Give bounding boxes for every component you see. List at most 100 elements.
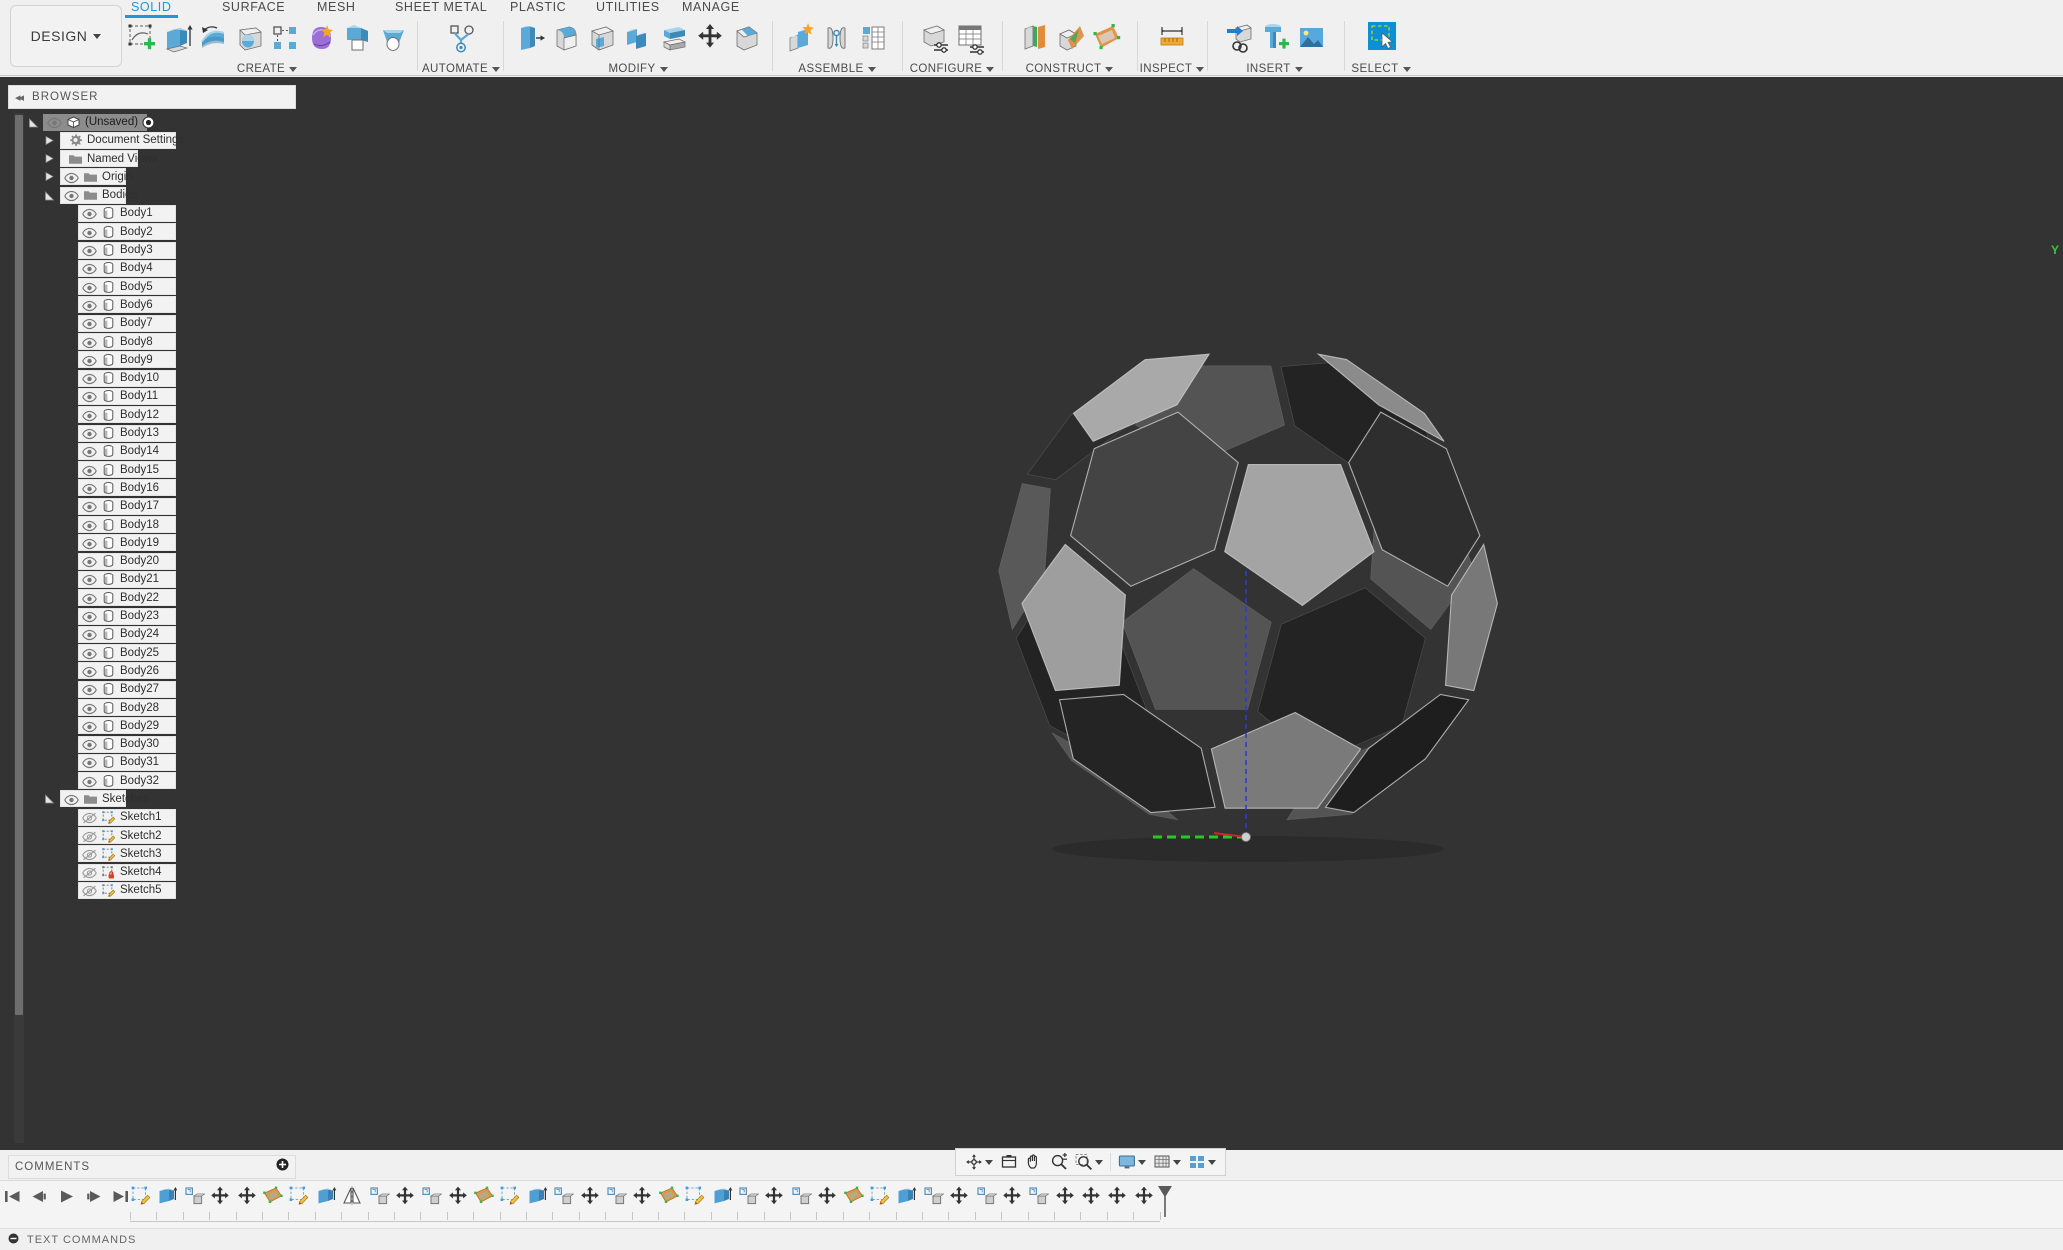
eye-visible-icon[interactable] [82, 647, 97, 659]
ribbon-tab-manage[interactable]: MANAGE [682, 0, 740, 14]
joint-icon[interactable] [820, 20, 854, 58]
tree-item-body2[interactable]: Body2 [78, 223, 176, 241]
tree-item-sketch2[interactable]: Sketch2 [78, 827, 176, 845]
step-forward-icon[interactable] [85, 1189, 102, 1204]
3d-viewport[interactable]: Y [296, 77, 2063, 1150]
eye-visible-icon[interactable] [82, 628, 97, 641]
eye-visible-icon[interactable] [82, 775, 97, 787]
tool-group-label-modify[interactable]: MODIFY [508, 63, 768, 75]
tool-group-label-insert[interactable]: INSERT [1212, 63, 1337, 75]
eye-hidden-icon[interactable] [82, 830, 97, 842]
automate-icon[interactable] [444, 20, 478, 58]
tree-item-documentsettings[interactable]: Document Settings [60, 131, 184, 149]
zoom-button[interactable] [1047, 1150, 1071, 1174]
eye-visible-icon[interactable] [64, 793, 79, 806]
timeline-feature-pattern[interactable] [737, 1185, 763, 1215]
tree-item-body27[interactable]: Body27 [78, 680, 176, 698]
tree-item-sketches[interactable]: Sketches [60, 790, 149, 808]
tree-item-body4[interactable]: Body4 [78, 259, 176, 277]
insert-mcmaster-icon[interactable] [1258, 20, 1292, 58]
workspace-switcher-button[interactable]: DESIGN [10, 5, 122, 67]
insert-image-icon[interactable] [1294, 20, 1328, 58]
tool-group-label-automate[interactable]: AUTOMATE [422, 63, 501, 75]
timeline-feature-pattern[interactable] [1027, 1185, 1053, 1215]
timeline-feature-move[interactable] [948, 1185, 974, 1215]
eye-visible-icon[interactable] [82, 427, 97, 440]
tree-item-body31[interactable]: Body31 [78, 753, 176, 771]
tree-item-body22[interactable]: Body22 [78, 589, 176, 607]
timeline-feature-move[interactable] [209, 1185, 235, 1215]
tree-item-unsaved[interactable]: (Unsaved) [43, 113, 155, 131]
timeline-feature-mirror[interactable] [341, 1185, 367, 1215]
timeline-feature-plane[interactable] [658, 1185, 684, 1215]
revolve-icon[interactable] [196, 20, 230, 58]
tree-item-body25[interactable]: Body25 [78, 644, 176, 662]
timeline-feature-move[interactable] [236, 1185, 262, 1215]
eye-visible-icon[interactable] [82, 281, 97, 293]
timeline-feature-move[interactable] [631, 1185, 657, 1215]
eye-visible-icon[interactable] [82, 500, 97, 513]
eye-visible-icon[interactable] [82, 244, 97, 257]
step-back-icon[interactable] [31, 1189, 48, 1204]
expander-expanded-icon[interactable] [44, 793, 55, 804]
eye-hidden-icon[interactable] [82, 848, 97, 861]
ribbon-tab-surface[interactable]: SURFACE [222, 0, 285, 14]
expander-collapsed-icon[interactable] [44, 171, 55, 182]
eye-visible-icon[interactable] [82, 372, 97, 385]
tree-item-body12[interactable]: Body12 [78, 406, 176, 424]
tool-group-label-select[interactable]: SELECT [1350, 63, 1412, 75]
ribbon-tab-plastic[interactable]: PLASTIC [510, 0, 566, 14]
eye-visible-icon[interactable] [82, 262, 97, 275]
timeline-feature-move[interactable] [447, 1185, 473, 1215]
eye-visible-icon[interactable] [82, 537, 97, 549]
timeline-feature-move[interactable] [1080, 1185, 1106, 1215]
timeline-feature-sketch[interactable] [288, 1185, 314, 1215]
comments-panel[interactable]: COMMENTS [8, 1155, 296, 1179]
select-window-icon[interactable] [1364, 20, 1398, 58]
model-hexagon-face[interactable] [1348, 411, 1481, 587]
shell-icon[interactable] [585, 20, 619, 58]
eye-visible-icon[interactable] [82, 354, 97, 367]
timeline-feature-move[interactable] [763, 1185, 789, 1215]
configure-part-icon[interactable] [917, 20, 951, 58]
eye-visible-icon[interactable] [82, 207, 97, 220]
soccer-ball-model[interactable] [296, 77, 2063, 1150]
eye-visible-icon[interactable] [82, 592, 97, 604]
tree-item-body7[interactable]: Body7 [78, 314, 176, 332]
tree-item-body16[interactable]: Body16 [78, 479, 176, 497]
eye-visible-icon[interactable] [82, 756, 97, 769]
timeline-feature-extrude[interactable] [895, 1185, 921, 1215]
timeline-feature-pattern[interactable] [790, 1185, 816, 1215]
chamfer-icon[interactable] [729, 20, 763, 58]
timeline-feature-pattern[interactable] [605, 1185, 631, 1215]
eye-visible-icon[interactable] [82, 464, 97, 476]
extrude-icon[interactable] [160, 20, 194, 58]
tree-item-body9[interactable]: Body9 [78, 351, 176, 369]
timeline-feature-move[interactable] [1106, 1185, 1132, 1215]
timeline-feature-sketch[interactable] [130, 1185, 156, 1215]
timeline-feature-move[interactable] [1001, 1185, 1027, 1215]
eye-visible-icon[interactable] [82, 409, 97, 421]
eye-visible-icon[interactable] [82, 702, 97, 714]
eye-visible-icon[interactable] [82, 299, 97, 312]
tree-item-body14[interactable]: Body14 [78, 442, 176, 460]
expander-collapsed-icon[interactable] [44, 153, 55, 164]
display-settings-button[interactable] [1115, 1150, 1149, 1174]
eye-visible-icon[interactable] [82, 445, 97, 458]
look-at-button[interactable] [997, 1150, 1021, 1174]
tree-item-body6[interactable]: Body6 [78, 296, 176, 314]
tree-item-body29[interactable]: Body29 [78, 717, 176, 735]
grid-snap-button[interactable] [1150, 1150, 1184, 1174]
browser-header[interactable]: ◂◂ BROWSER [8, 85, 296, 109]
timeline-feature-pattern[interactable] [420, 1185, 446, 1215]
timeline-feature-pattern[interactable] [368, 1185, 394, 1215]
insert-derive-icon[interactable] [1222, 20, 1256, 58]
timeline-feature-move[interactable] [394, 1185, 420, 1215]
eye-visible-icon[interactable] [82, 390, 97, 403]
eye-visible-icon[interactable] [82, 738, 97, 751]
tree-item-body17[interactable]: Body17 [78, 497, 176, 515]
tree-item-namedviews[interactable]: Named Views [60, 150, 158, 168]
measure-icon[interactable] [1155, 20, 1189, 58]
eye-visible-icon[interactable] [64, 171, 79, 184]
eye-visible-icon[interactable] [82, 555, 97, 568]
